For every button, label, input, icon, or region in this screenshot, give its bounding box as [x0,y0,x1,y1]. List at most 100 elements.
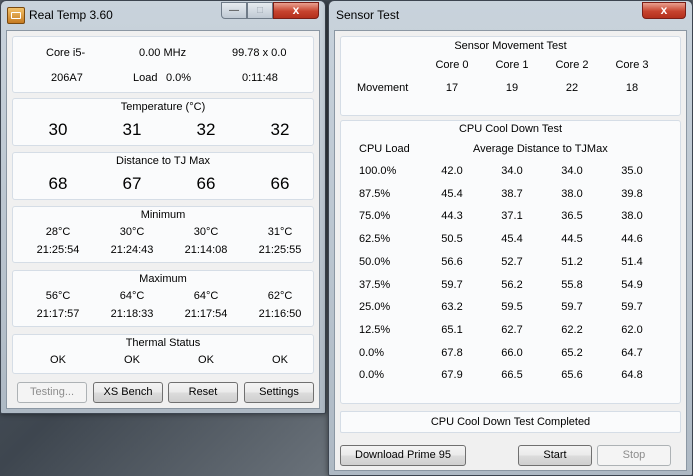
movement-row-label: Movement [357,82,409,94]
cooldown-cell-core2: 59.7 [561,301,583,314]
maximum-time-core3: 21:16:50 [258,308,302,320]
maximum-temp-core3: 62°C [267,290,293,302]
cooldown-row-load: 87.5% [359,187,391,200]
sensor-test-titlebar[interactable]: Sensor Test x [329,1,692,29]
realtemp-window: Real Temp 3.60 — □ x Core i5- 0.00 MHz 9… [0,0,326,414]
cooldown-cell-core3: 35.0 [621,165,643,177]
maximum-temp-core2: 64°C [193,290,219,302]
cooldown-cell-core3: 39.8 [621,187,643,200]
cooldown-group: CPU Cool Down Test CPU Load Average Dist… [340,120,681,404]
cooldown-cell-core0: 42.0 [441,165,463,177]
cooldown-cell-core2: 62.2 [561,323,583,336]
distance-core2: 66 [196,174,216,193]
minimum-temp-core1: 30°C [119,226,145,238]
xs-bench-button[interactable]: XS Bench [93,382,163,403]
cpu-info-group: Core i5- 0.00 MHz 99.78 x 0.0 206A7 Load… [12,36,314,93]
movement-group: Sensor Movement Test Core 0 Core 1 Core … [340,36,681,116]
minimum-group: Minimum 28°C 30°C 30°C 31°C 21:25:54 21:… [12,206,314,263]
maximum-temp-core1: 64°C [119,290,145,302]
cooldown-row-load: 100.0% [359,165,397,177]
stop-button[interactable]: Stop [597,445,671,466]
maximum-time-core0: 21:17:57 [36,308,80,320]
cooldown-cell-core1: 59.5 [501,301,523,314]
maximum-time-core2: 21:17:54 [184,308,228,320]
maximize-button[interactable]: □ [247,2,273,19]
cooldown-cell-core2: 51.2 [561,255,583,268]
cooldown-cell-core3: 51.4 [621,255,643,268]
cooldown-cell-core1: 66.5 [501,369,523,382]
cpu-multiplier: 99.78 x 0.0 [232,47,287,59]
cooldown-cell-core2: 65.2 [561,346,583,359]
distance-core3: 66 [270,174,290,193]
cooldown-cell-core1: 52.7 [501,255,523,268]
cooldown-row-load: 0.0% [359,369,385,382]
cooldown-cell-core0: 59.7 [441,278,463,291]
cooldown-cell-core3: 64.7 [621,346,643,359]
cooldown-cell-core1: 56.2 [501,278,523,291]
download-prime95-button[interactable]: Download Prime 95 [340,445,466,466]
cooldown-col-avg: Average Distance to TJMax [473,143,608,155]
sensor-test-title: Sensor Test [336,8,400,22]
maximum-group: Maximum 56°C 64°C 64°C 62°C 21:17:57 21:… [12,270,314,327]
temperature-core2: 32 [196,120,216,139]
realtemp-titlebar[interactable]: Real Temp 3.60 — □ x [1,1,325,29]
thermal-status-heading: Thermal Status [125,337,201,349]
start-button[interactable]: Start [518,445,592,466]
cooldown-cell-core2: 65.6 [561,369,583,382]
cooldown-cell-core1: 62.7 [501,323,523,336]
movement-header-core0: Core 0 [435,59,469,71]
cooldown-cell-core0: 65.1 [441,323,463,336]
cooldown-cell-core3: 64.8 [621,369,643,382]
movement-header-core2: Core 2 [555,59,589,71]
realtemp-title: Real Temp 3.60 [29,8,113,22]
maximum-heading: Maximum [139,273,187,285]
movement-core3: 18 [625,82,639,94]
cooldown-row-load: 25.0% [359,301,391,314]
cooldown-cell-core1: 37.1 [501,210,523,223]
cooldown-cell-core0: 56.6 [441,255,463,268]
cooldown-cell-core3: 59.7 [621,301,643,314]
thermal-status-group: Thermal Status OK OK OK OK [12,334,314,374]
reset-button[interactable]: Reset [168,382,238,403]
maximum-time-core1: 21:18:33 [110,308,154,320]
cpu-mhz: 0.00 MHz [139,47,187,59]
cooldown-col-load: CPU Load [359,143,410,155]
temperature-core3: 32 [270,120,290,139]
cooldown-heading: CPU Cool Down Test [458,123,563,135]
movement-core0: 17 [445,82,459,94]
minimize-button[interactable]: — [221,2,247,19]
testing-button[interactable]: Testing... [17,382,87,403]
close-button[interactable]: x [273,2,319,19]
distance-core1: 67 [122,174,142,193]
cooldown-cell-core2: 44.5 [561,233,583,246]
minimum-time-core2: 21:14:08 [184,244,228,256]
cooldown-cell-core0: 67.8 [441,346,463,359]
thermal-status-core0: OK [50,354,66,366]
sensor-test-client: Sensor Movement Test Core 0 Core 1 Core … [334,30,687,471]
cooldown-cell-core1: 34.0 [501,165,523,177]
thermal-status-core1: OK [124,354,140,366]
cooldown-row-load: 0.0% [359,346,385,359]
cooldown-cell-core2: 38.0 [561,187,583,200]
temperature-heading: Temperature (°C) [120,101,206,113]
thermal-status-core2: OK [198,354,214,366]
cooldown-cell-core1: 38.7 [501,187,523,200]
movement-header-core1: Core 1 [495,59,529,71]
thermal-status-core3: OK [272,354,288,366]
cooldown-cell-core1: 66.0 [501,346,523,359]
settings-button[interactable]: Settings [244,382,314,403]
minimum-temp-core0: 28°C [45,226,71,238]
minimum-temp-core3: 31°C [267,226,293,238]
temperature-group: Temperature (°C) 30 31 32 32 [12,98,314,146]
distance-core0: 68 [48,174,68,193]
cooldown-cell-core3: 62.0 [621,323,643,336]
cooldown-status-box: CPU Cool Down Test Completed [340,411,681,433]
cooldown-cell-core1: 45.4 [501,233,523,246]
sensor-close-button[interactable]: x [642,2,686,19]
cooldown-row-load: 62.5% [359,233,391,246]
cooldown-row-load: 37.5% [359,278,391,291]
cpu-load-label: Load [133,72,158,84]
cooldown-cell-core0: 50.5 [441,233,463,246]
minimum-time-core0: 21:25:54 [36,244,80,256]
maximum-temp-core0: 56°C [45,290,71,302]
